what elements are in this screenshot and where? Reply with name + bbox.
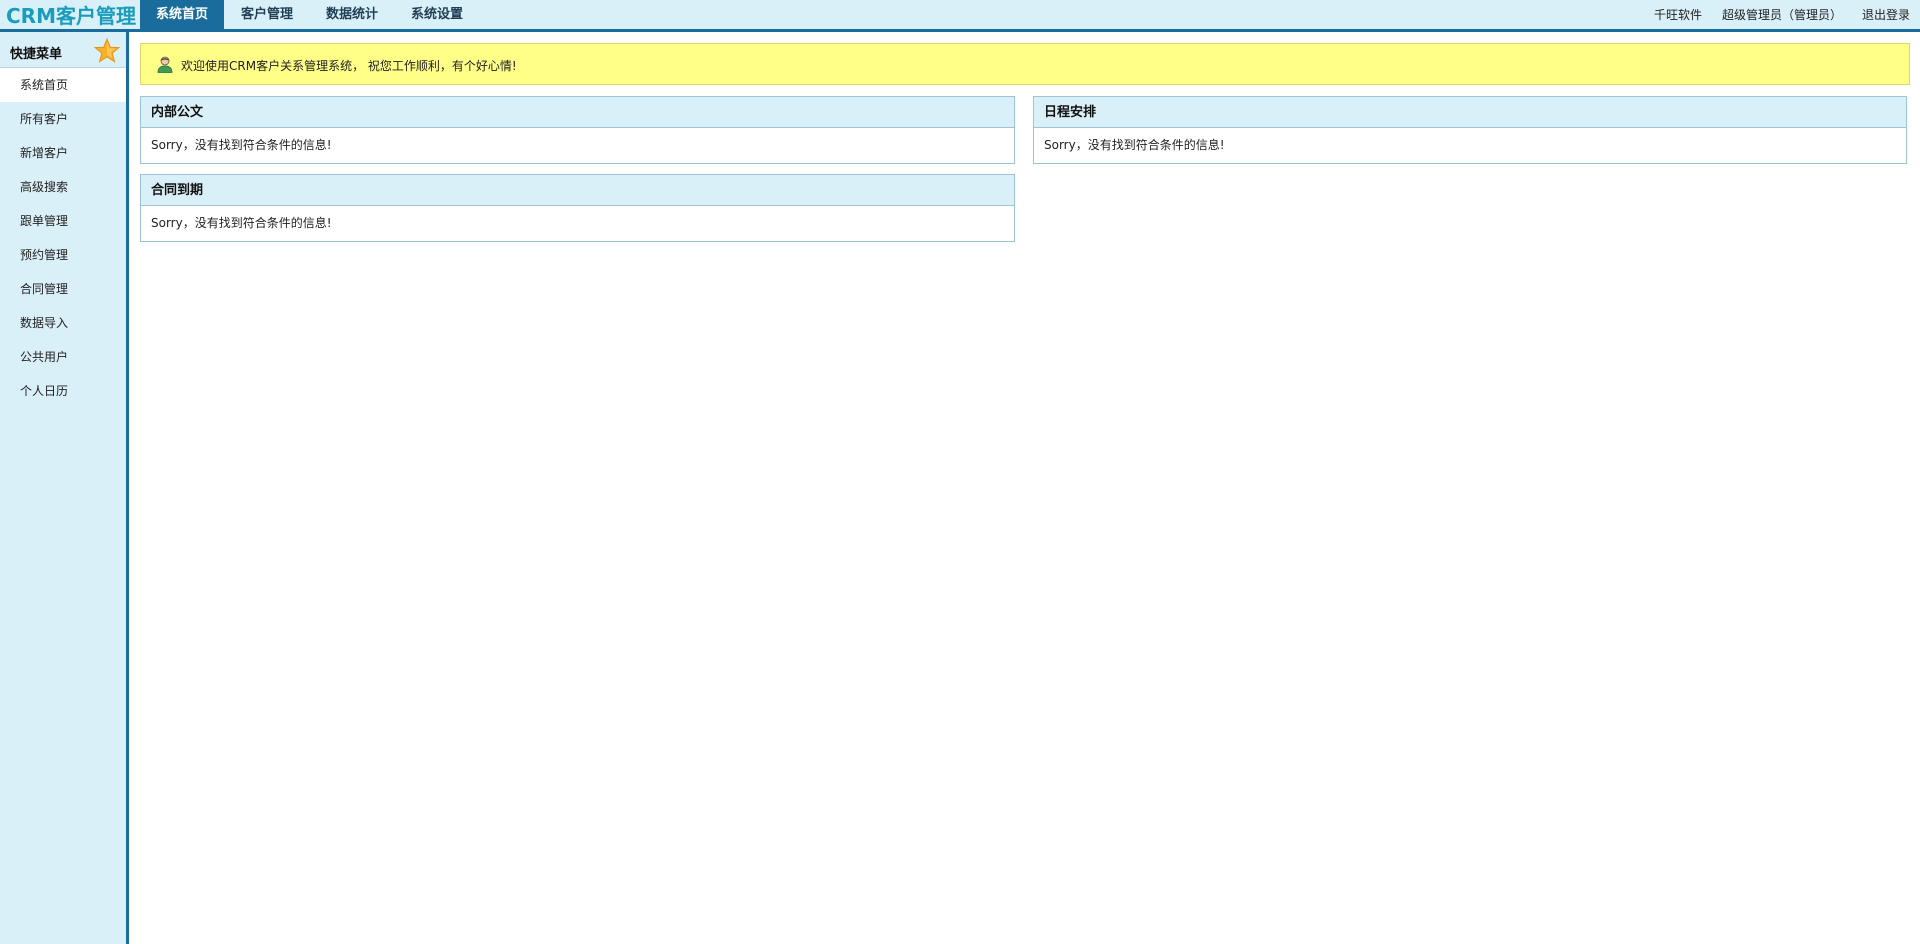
current-user-link[interactable]: 超级管理员（管理员） bbox=[1722, 0, 1842, 29]
top-bar: CRM客户管理 系统首页 客户管理 数据统计 系统设置 千旺软件 超级管理员（管… bbox=[0, 0, 1920, 32]
sidebar-title: 快捷菜单 bbox=[10, 47, 63, 62]
logout-link[interactable]: 退出登录 bbox=[1862, 0, 1910, 29]
main-nav: 系统首页 客户管理 数据统计 系统设置 bbox=[140, 0, 480, 29]
empty-message: Sorry，没有找到符合条件的信息! bbox=[151, 138, 332, 152]
nav-tab-settings[interactable]: 系统设置 bbox=[395, 0, 479, 29]
panel-title: 合同到期 bbox=[141, 175, 1014, 206]
contract-expiry-panel: 合同到期 Sorry，没有找到符合条件的信息! bbox=[140, 174, 1015, 242]
sidebar-item-add-customer[interactable]: 新增客户 bbox=[0, 136, 126, 170]
empty-message: Sorry，没有找到符合条件的信息! bbox=[151, 216, 332, 230]
welcome-notice: 欢迎使用CRM客户关系管理系统， 祝您工作顺利，有个好心情! bbox=[140, 43, 1910, 85]
nav-tab-statistics[interactable]: 数据统计 bbox=[310, 0, 394, 29]
sidebar-item-follow-up[interactable]: 跟单管理 bbox=[0, 204, 126, 238]
sidebar-item-public-users[interactable]: 公共用户 bbox=[0, 340, 126, 374]
internal-documents-panel: 内部公文 Sorry，没有找到符合条件的信息! bbox=[140, 96, 1015, 164]
nav-tab-customers[interactable]: 客户管理 bbox=[225, 0, 309, 29]
sidebar-item-data-import[interactable]: 数据导入 bbox=[0, 306, 126, 340]
sidebar: 快捷菜单 系统首页 所有客户 新增客户 高级搜索 跟单管理 预约管理 合同管理 … bbox=[0, 32, 129, 944]
empty-message: Sorry，没有找到符合条件的信息! bbox=[1044, 138, 1225, 152]
user-icon bbox=[157, 56, 173, 73]
company-link[interactable]: 千旺软件 bbox=[1654, 0, 1702, 29]
sidebar-item-contracts[interactable]: 合同管理 bbox=[0, 272, 126, 306]
top-right-links: 千旺软件 超级管理员（管理员） 退出登录 bbox=[1654, 0, 1920, 29]
sidebar-item-appointments[interactable]: 预约管理 bbox=[0, 238, 126, 272]
sidebar-item-all-customers[interactable]: 所有客户 bbox=[0, 102, 126, 136]
star-icon bbox=[94, 38, 120, 63]
sidebar-item-home[interactable]: 系统首页 bbox=[0, 68, 126, 102]
nav-tab-home[interactable]: 系统首页 bbox=[140, 0, 225, 29]
panel-title: 内部公文 bbox=[141, 97, 1014, 128]
sidebar-header: 快捷菜单 bbox=[0, 32, 126, 68]
app-logo[interactable]: CRM客户管理 bbox=[6, 3, 136, 29]
sidebar-item-personal-calendar[interactable]: 个人日历 bbox=[0, 374, 126, 408]
sidebar-item-advanced-search[interactable]: 高级搜索 bbox=[0, 170, 126, 204]
welcome-text: 欢迎使用CRM客户关系管理系统， 祝您工作顺利，有个好心情! bbox=[181, 59, 517, 73]
panel-title: 日程安排 bbox=[1034, 97, 1906, 128]
schedule-panel: 日程安排 Sorry，没有找到符合条件的信息! bbox=[1033, 96, 1907, 164]
